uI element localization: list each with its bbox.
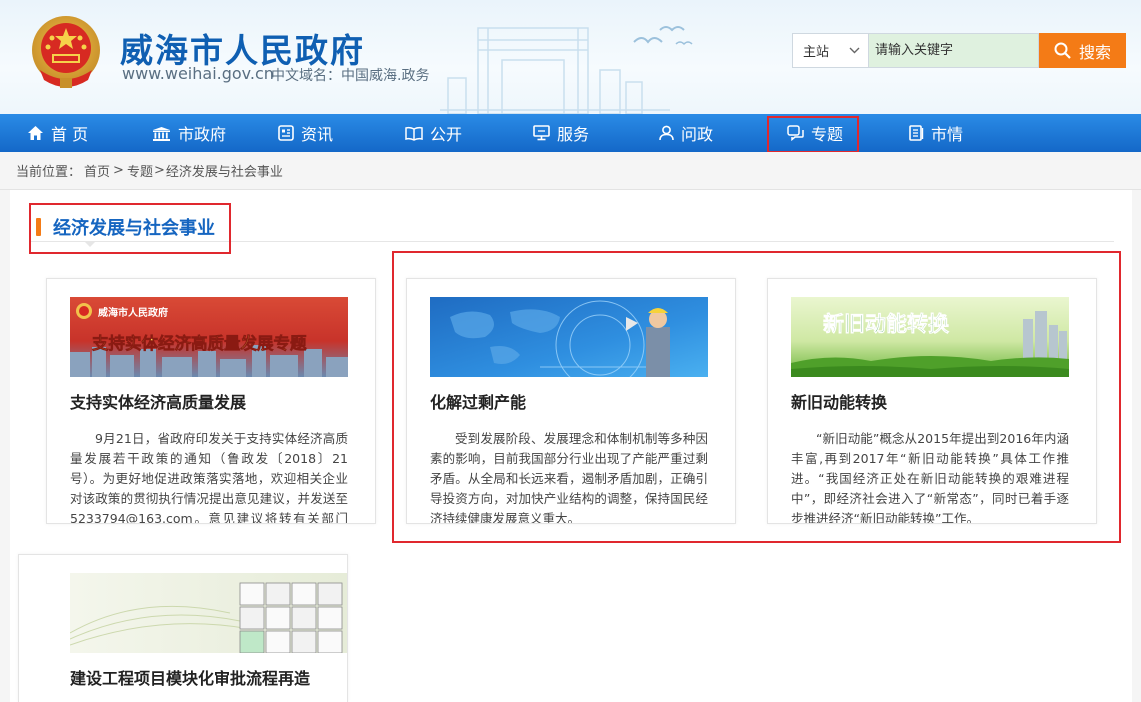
search-bar: 主站 搜索 bbox=[792, 33, 1126, 68]
birds-decoration bbox=[633, 26, 693, 46]
search-scope-select[interactable]: 主站 bbox=[792, 33, 869, 68]
breadcrumb-prefix: 当前位置： bbox=[16, 165, 82, 180]
nav-item-public[interactable]: 公开 bbox=[405, 114, 462, 152]
nav-item-home[interactable]: 首 页 bbox=[27, 114, 88, 152]
card-title[interactable]: 化解过剩产能 bbox=[430, 389, 526, 413]
home-icon bbox=[28, 126, 43, 140]
page-side-gutter bbox=[1132, 190, 1141, 702]
breadcrumb: 当前位置： 首页 > 专题 > 经济发展与社会事业 bbox=[0, 152, 1141, 190]
search-icon bbox=[1054, 42, 1071, 59]
banner-header-text: 威海市人民政府 bbox=[98, 306, 168, 319]
nav-item-city-info[interactable]: 市情 bbox=[909, 114, 963, 152]
search-button-label: 搜索 bbox=[1078, 42, 1111, 62]
nav-item-topics[interactable]: 专题 bbox=[787, 114, 843, 152]
new-old-drivers-banner-image: 新旧动能转换 bbox=[791, 297, 1069, 377]
section-divider-notch bbox=[84, 241, 96, 247]
monitor-icon bbox=[533, 125, 550, 141]
section-title: 经济发展与社会事业 bbox=[53, 218, 215, 239]
section-divider bbox=[30, 241, 1114, 242]
user-icon bbox=[659, 125, 674, 141]
card-title[interactable]: 支持实体经济高质量发展 bbox=[70, 389, 246, 413]
nav-item-service[interactable]: 服务 bbox=[533, 114, 589, 152]
card-title[interactable]: 建设工程项目模块化审批流程再造 bbox=[70, 665, 310, 689]
nav-label: 问政 bbox=[681, 125, 714, 144]
card-title[interactable]: 新旧动能转换 bbox=[791, 389, 887, 413]
document-icon bbox=[909, 125, 924, 141]
card-description: “新旧动能”概念从2015年提出到2016年内涵丰富,再到2017年“新旧动能转… bbox=[791, 431, 1069, 524]
card-description: 9月21日，省政府印发关于支持实体经济高质量发展若干政策的通知（鲁政发〔2018… bbox=[70, 431, 348, 524]
breadcrumb-current-link[interactable]: 经济发展与社会事业 bbox=[166, 161, 283, 180]
nav-label: 市政府 bbox=[178, 125, 227, 144]
chat-icon bbox=[787, 125, 804, 141]
banner-main-text: 新旧动能转换 bbox=[823, 312, 950, 336]
nav-label: 首 页 bbox=[51, 125, 89, 144]
nav-item-inquiry[interactable]: 问政 bbox=[659, 114, 713, 152]
card-description: 受到发展阶段、发展理念和体制机制等多种因素的影响，目前我国部分行业出现了产能严重… bbox=[430, 431, 708, 524]
nav-label: 公开 bbox=[430, 125, 463, 144]
chevron-down-icon bbox=[849, 47, 860, 54]
nav-label: 资讯 bbox=[301, 125, 334, 144]
site-header: 威海市人民政府 www.weihai.gov.cn 中文域名：中国威海.政务 主… bbox=[0, 0, 1141, 114]
real-economy-banner-image: 威海市人民政府 支持实体经济高质量发展专题 bbox=[70, 297, 348, 377]
topic-card-overcapacity[interactable]: 化解过剩产能 受到发展阶段、发展理念和体制机制等多种因素的影响，目前我国部分行业… bbox=[406, 278, 736, 524]
nav-item-news[interactable]: 资讯 bbox=[278, 114, 333, 152]
breadcrumb-topics-link[interactable]: 专题 bbox=[127, 161, 153, 180]
page-side-gutter bbox=[0, 190, 10, 702]
section-marker bbox=[36, 218, 41, 236]
nav-label: 服务 bbox=[557, 125, 590, 144]
building-icon bbox=[153, 126, 170, 141]
news-icon bbox=[278, 125, 294, 141]
overcapacity-banner-image bbox=[430, 297, 708, 377]
breadcrumb-separator: > bbox=[113, 163, 124, 178]
national-emblem-icon bbox=[32, 16, 100, 88]
breadcrumb-home-link[interactable]: 首页 bbox=[84, 161, 110, 180]
topic-card-new-old-drivers[interactable]: 新旧动能转换 新旧动能转换 “新旧动能”概念从2015年提出到2016年内涵丰富… bbox=[767, 278, 1097, 524]
site-cn-domain: 中文域名：中国威海.政务 bbox=[271, 68, 430, 84]
site-domain: www.weihai.gov.cn bbox=[122, 64, 274, 83]
book-icon bbox=[405, 126, 423, 141]
nav-item-government[interactable]: 市政府 bbox=[152, 114, 226, 152]
breadcrumb-separator: > bbox=[153, 163, 165, 178]
main-nav: 首 页 市政府 资讯 公开 服务 问政 专题 市情 bbox=[0, 114, 1141, 152]
search-input[interactable] bbox=[869, 33, 1039, 68]
search-scope-label: 主站 bbox=[803, 45, 830, 60]
nav-label: 专题 bbox=[811, 125, 844, 144]
project-approval-banner-image bbox=[70, 573, 347, 653]
nav-label: 市情 bbox=[931, 125, 964, 144]
topic-card-project-approval[interactable]: 建设工程项目模块化审批流程再造 bbox=[18, 554, 348, 702]
banner-main-text: 支持实体经济高质量发展专题 bbox=[92, 333, 307, 353]
section-header: 经济发展与社会事业 bbox=[36, 214, 215, 240]
topic-card-real-economy[interactable]: 威海市人民政府 支持实体经济高质量发展专题 支持实体经济高质量发展 9月21日，… bbox=[46, 278, 376, 524]
search-button[interactable]: 搜索 bbox=[1039, 33, 1126, 68]
